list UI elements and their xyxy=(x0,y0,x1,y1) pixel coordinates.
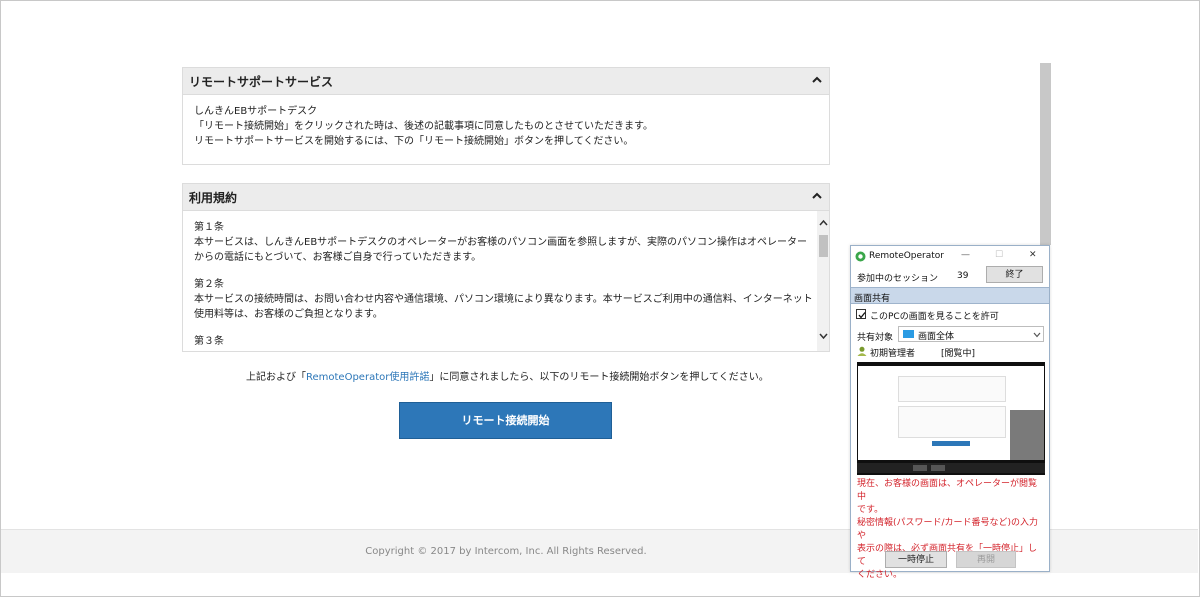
agreement-prefix: 上記および「 xyxy=(246,372,306,383)
allow-view-checkbox[interactable] xyxy=(856,309,866,319)
resume-share-button[interactable]: 再開 xyxy=(956,551,1016,568)
chevron-up-icon[interactable] xyxy=(811,74,823,86)
close-icon[interactable]: ✕ xyxy=(1029,250,1037,260)
checkmark-icon xyxy=(858,312,866,319)
terms-scrollbar[interactable] xyxy=(817,211,829,351)
warning-box: 現在、お客様の画面は、オペレーターが閲覧中 です。 秘密情報(パスワード/カード… xyxy=(857,478,1045,580)
remote-support-line-3: リモートサポートサービスを開始するには、下の「リモート接続開始」ボタンを押してく… xyxy=(194,136,634,147)
terms-article-3-heading: 第３条 xyxy=(194,336,224,347)
remote-operator-logo-icon xyxy=(855,251,866,262)
maximize-icon[interactable]: ☐ xyxy=(995,250,1003,260)
screen-share-section: 画面共有 xyxy=(851,287,1049,304)
participant-name: 初期管理者 xyxy=(870,349,916,359)
agreement-suffix: 」に同意されましたら、以下のリモート接続開始ボタンを押してください。 xyxy=(429,372,769,383)
chevron-up-icon[interactable] xyxy=(811,190,823,202)
license-link[interactable]: RemoteOperator使用許諾 xyxy=(306,372,429,383)
page-scrollbar[interactable] xyxy=(1040,63,1051,245)
user-icon xyxy=(857,346,867,356)
agreement-text: 上記および「RemoteOperator使用許諾」に同意されましたら、以下のリモ… xyxy=(246,370,769,385)
remote-support-panel: リモートサポートサービス しんきんEBサポートデスク 「リモート接続開始」をクリ… xyxy=(182,67,830,165)
terms-article-2-line: 本サービスの接続時間は、お問い合わせ内容や通信環境、パソコン環境により異なります… xyxy=(194,294,813,305)
warning-line: です。 xyxy=(857,505,884,515)
warning-line: ください。 xyxy=(857,570,903,580)
session-count: 39 xyxy=(957,271,969,281)
participant-status: [閲覧中] xyxy=(941,349,976,359)
terms-article-1-line: 本サービスは、しんきんEBサポートデスクのオペレーターがお客様のパソコン画面を参… xyxy=(194,237,807,248)
screen-preview xyxy=(857,362,1045,475)
end-session-button[interactable]: 終了 xyxy=(986,266,1043,283)
screen-share-title: 画面共有 xyxy=(854,294,891,304)
preview-taskbar xyxy=(857,463,1045,473)
remote-connect-start-button[interactable]: リモート接続開始 xyxy=(399,402,612,439)
remote-support-title: リモートサポートサービス xyxy=(189,75,334,89)
preview-panel xyxy=(898,376,1006,402)
scroll-down-icon[interactable] xyxy=(819,333,828,340)
preview-panel xyxy=(898,406,1006,438)
chevron-down-icon[interactable] xyxy=(1033,332,1041,338)
preview-taskbar-item xyxy=(931,465,945,471)
preview-start-button xyxy=(932,441,970,446)
remote-support-line-1: しんきんEBサポートデスク xyxy=(194,106,318,117)
share-target-select[interactable]: 画面全体 xyxy=(898,326,1044,342)
minimize-icon[interactable]: — xyxy=(961,250,970,260)
allow-view-label: このPCの画面を見ることを許可 xyxy=(870,312,999,322)
terms-header[interactable]: 利用規約 xyxy=(183,184,829,211)
terms-article-2-line: 使用料等は、お客様のご負担となります。 xyxy=(194,309,383,320)
terms-scroll-thumb[interactable] xyxy=(819,235,828,257)
preview-ro-window xyxy=(1010,410,1044,460)
terms-panel: 利用規約 第１条 本サービスは、しんきんEBサポートデスクのオペレーターがお客様… xyxy=(182,183,830,352)
remote-operator-title: RemoteOperator xyxy=(869,251,945,261)
session-label: 参加中のセッション xyxy=(857,274,939,284)
remote-support-header[interactable]: リモートサポートサービス xyxy=(183,68,829,95)
share-target-value: 画面全体 xyxy=(918,332,955,342)
share-target-label: 共有対象 xyxy=(857,333,894,343)
terms-article-2-heading: 第２条 xyxy=(194,279,224,290)
pause-share-button[interactable]: 一時停止 xyxy=(885,551,947,568)
scroll-up-icon[interactable] xyxy=(819,219,828,226)
terms-article-1-heading: 第１条 xyxy=(194,222,224,233)
warning-line: 現在、お客様の画面は、オペレーターが閲覧中 xyxy=(857,479,1038,502)
monitor-icon xyxy=(903,330,914,338)
preview-page xyxy=(858,366,1044,460)
warning-line: 秘密情報(パスワード/カード番号など)の入力や xyxy=(857,518,1039,541)
remote-operator-window: RemoteOperator — ☐ ✕ 参加中のセッション 39 終了 画面共… xyxy=(850,245,1050,580)
terms-title: 利用規約 xyxy=(189,191,238,205)
preview-taskbar-item xyxy=(913,465,927,471)
remote-support-line-2: 「リモート接続開始」をクリックされた時は、後述の記載事項に同意したものとさせてい… xyxy=(194,121,653,132)
terms-article-1-line: からの電話にもとづいて、お客様ご自身で行っていただきます。 xyxy=(194,252,482,263)
